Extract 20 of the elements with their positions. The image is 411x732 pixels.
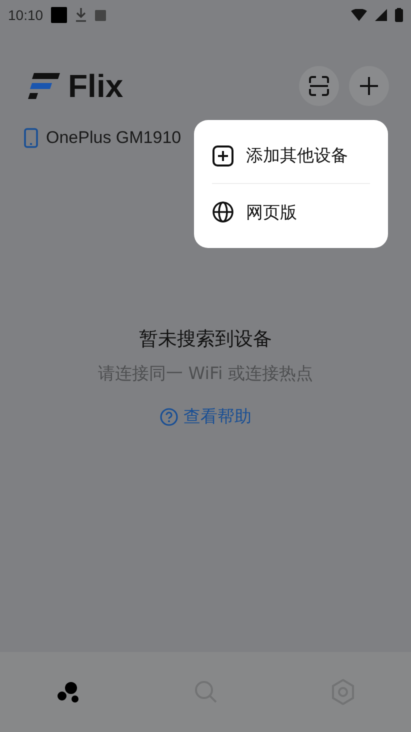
wifi-icon (351, 9, 367, 21)
download-icon (75, 8, 88, 22)
empty-title: 暂未搜索到设备 (139, 327, 272, 352)
scan-icon (309, 76, 329, 96)
add-icon (212, 144, 234, 166)
scan-button[interactable] (299, 66, 339, 106)
signal-icon (375, 9, 387, 21)
logo-icon (28, 73, 60, 99)
phone-icon (24, 128, 38, 148)
battery-icon (395, 8, 403, 22)
dots-icon (56, 681, 80, 703)
app-title: Flix (68, 68, 124, 104)
plus-icon (359, 76, 379, 96)
menu-item[interactable]: 添加其他设备 (212, 128, 370, 184)
status-time: 10:10 (8, 7, 44, 23)
help-icon (160, 408, 178, 426)
globe-icon (212, 201, 234, 223)
device-name: OnePlus GM1910 (46, 128, 182, 148)
menu-item[interactable]: 网页版 (212, 184, 370, 240)
add-button[interactable] (349, 66, 389, 106)
